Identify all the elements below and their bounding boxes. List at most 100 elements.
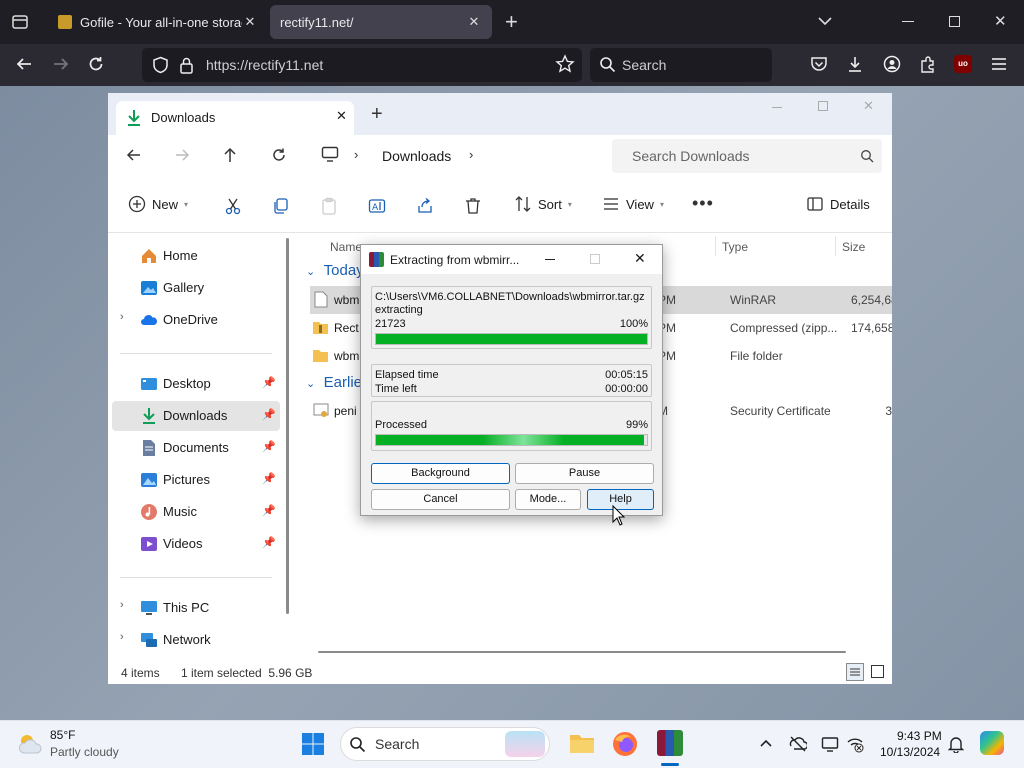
windows-start-icon[interactable]	[302, 733, 324, 755]
explorer-search-input[interactable]: Search Downloads	[612, 139, 882, 173]
copy-icon[interactable]	[272, 197, 290, 215]
sort-button[interactable]: Sort ▾	[514, 195, 572, 213]
tiles-view-icon[interactable]	[871, 665, 884, 678]
sidebar-item-gallery[interactable]: Gallery	[112, 273, 280, 303]
extensions-icon[interactable]	[919, 55, 937, 73]
maximize-icon[interactable]	[590, 254, 600, 264]
sidebar-item-home[interactable]: Home	[112, 241, 280, 271]
pin-icon[interactable]: 📌	[262, 504, 276, 517]
close-tab-icon[interactable]: ✕	[242, 14, 258, 30]
weather-widget[interactable]: 85°F Partly cloudy	[16, 727, 136, 763]
pin-icon[interactable]: 📌	[262, 376, 276, 389]
background-button[interactable]: Background	[371, 463, 510, 484]
more-options-icon[interactable]: •••	[692, 193, 714, 214]
shield-icon[interactable]	[152, 56, 169, 74]
chevron-right-icon[interactable]: ›	[120, 599, 124, 611]
account-icon[interactable]	[883, 55, 901, 73]
browser-tab-gofile[interactable]: Gofile - Your all-in-one storage ✕	[48, 5, 268, 39]
minimize-icon[interactable]	[545, 259, 555, 260]
paste-icon[interactable]	[320, 197, 338, 215]
bookmark-star-icon[interactable]	[555, 54, 575, 74]
taskbar-search-box[interactable]: Search	[340, 727, 550, 761]
menu-icon[interactable]	[991, 57, 1007, 71]
column-header-type[interactable]: Type	[722, 240, 748, 254]
minimize-icon[interactable]	[772, 107, 782, 108]
chevron-up-icon[interactable]	[759, 738, 773, 748]
cancel-button[interactable]: Cancel	[371, 489, 510, 510]
sidebar-scrollbar[interactable]	[286, 238, 289, 614]
forward-icon[interactable]	[52, 55, 70, 73]
chevron-down-icon[interactable]	[816, 12, 834, 30]
column-header-name[interactable]: Name	[330, 240, 362, 254]
file-explorer-taskbar-icon[interactable]	[569, 731, 595, 755]
display-icon[interactable]	[821, 735, 839, 753]
share-icon[interactable]	[416, 197, 434, 215]
copilot-icon[interactable]	[980, 731, 1004, 755]
restore-icon[interactable]	[949, 16, 960, 27]
back-icon[interactable]	[15, 55, 33, 73]
rename-icon[interactable]: A	[368, 197, 386, 215]
new-tab-icon[interactable]: +	[371, 104, 383, 124]
pin-icon[interactable]: 📌	[262, 472, 276, 485]
view-button[interactable]: View ▾	[602, 195, 664, 213]
ublock-icon[interactable]: uo	[954, 55, 972, 73]
close-dialog-icon[interactable]: ✕	[634, 250, 646, 267]
breadcrumb-downloads[interactable]: Downloads	[382, 148, 451, 164]
column-header-size[interactable]: Size	[842, 240, 865, 254]
chevron-right-icon[interactable]: ›	[120, 311, 124, 323]
horizontal-scrollbar[interactable]	[318, 651, 846, 653]
tab-list-icon[interactable]	[10, 12, 30, 32]
sidebar-item-music[interactable]: Music 📌	[112, 497, 280, 527]
refresh-icon[interactable]	[271, 147, 287, 163]
browser-tab-rectify[interactable]: rectify11.net/ ✕	[270, 5, 492, 39]
close-window-icon[interactable]: ✕	[863, 98, 874, 114]
minimize-icon[interactable]	[902, 21, 914, 22]
sidebar-item-network[interactable]: › Network	[112, 625, 280, 655]
notification-bell-icon[interactable]	[948, 735, 964, 753]
sidebar-item-downloads[interactable]: Downloads 📌	[112, 401, 280, 431]
download-icon[interactable]	[846, 55, 864, 73]
close-window-icon[interactable]: ✕	[994, 12, 1007, 30]
chevron-right-icon[interactable]: ›	[469, 147, 473, 162]
mode-button[interactable]: Mode...	[515, 489, 581, 510]
group-earlier[interactable]: ⌄ Earlie	[306, 374, 362, 392]
back-icon[interactable]	[126, 147, 142, 163]
winrar-taskbar-icon[interactable]	[657, 730, 683, 756]
pocket-icon[interactable]	[810, 55, 828, 73]
new-button[interactable]: New ▾	[128, 195, 188, 213]
sidebar-item-documents[interactable]: Documents 📌	[112, 433, 280, 463]
clock-time[interactable]: 9:43 PM	[897, 729, 942, 743]
forward-icon[interactable]	[174, 147, 190, 163]
new-tab-icon[interactable]: +	[505, 11, 518, 33]
sidebar-item-desktop[interactable]: Desktop 📌	[112, 369, 280, 399]
pin-icon[interactable]: 📌	[262, 440, 276, 453]
url-text[interactable]: https://rectify11.net	[206, 57, 323, 73]
pin-icon[interactable]: 📌	[262, 408, 276, 421]
maximize-icon[interactable]	[818, 101, 828, 111]
vpn-icon[interactable]	[789, 735, 807, 753]
lock-icon[interactable]	[179, 56, 194, 74]
sidebar-item-videos[interactable]: Videos 📌	[112, 529, 280, 559]
dialog-title-bar[interactable]: Extracting from wbmirr... ✕	[361, 245, 662, 274]
details-view-icon[interactable]	[846, 663, 864, 681]
firefox-taskbar-icon[interactable]	[612, 731, 638, 757]
group-today[interactable]: ⌄ Today	[306, 262, 364, 280]
monitor-icon[interactable]	[321, 146, 339, 163]
close-tab-icon[interactable]: ✕	[336, 108, 347, 124]
delete-icon[interactable]	[464, 197, 482, 215]
explorer-tab-downloads[interactable]: Downloads ✕	[116, 101, 354, 135]
chevron-right-icon[interactable]: ›	[354, 147, 358, 162]
sidebar-item-pictures[interactable]: Pictures 📌	[112, 465, 280, 495]
network-off-icon[interactable]	[846, 735, 864, 753]
chevron-right-icon[interactable]: ›	[120, 631, 124, 643]
browser-search-box[interactable]	[590, 48, 772, 82]
sidebar-item-thispc[interactable]: › This PC	[112, 593, 280, 623]
up-icon[interactable]	[222, 147, 238, 163]
cut-icon[interactable]	[224, 197, 242, 215]
details-button[interactable]: Details	[806, 195, 870, 213]
reload-icon[interactable]	[87, 55, 105, 73]
pin-icon[interactable]: 📌	[262, 536, 276, 549]
pause-button[interactable]: Pause	[515, 463, 654, 484]
close-tab-icon[interactable]: ✕	[466, 14, 482, 30]
clock-date[interactable]: 10/13/2024	[880, 745, 940, 759]
